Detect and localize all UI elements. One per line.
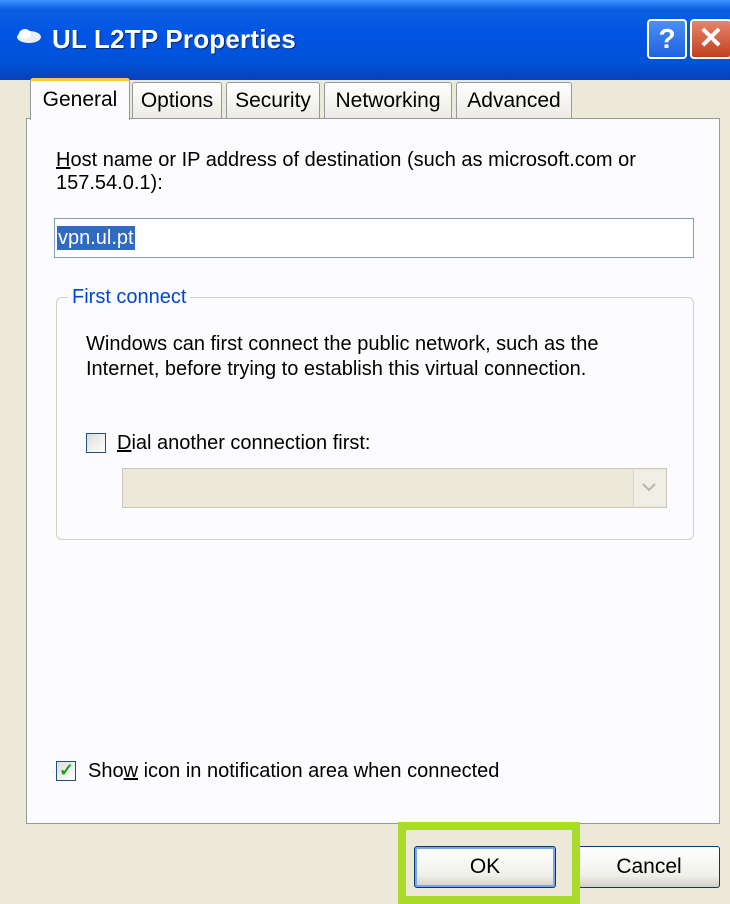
dropdown-arrow-button[interactable] [633, 470, 665, 506]
tab-security[interactable]: Security [226, 82, 320, 118]
window-title: UL L2TP Properties [52, 24, 296, 54]
dial-another-checkbox[interactable] [86, 433, 106, 453]
host-label-text: ost name or IP address of destination (s… [70, 149, 636, 171]
first-connect-description-line1: Windows can first connect the public net… [86, 333, 599, 355]
tab-general[interactable]: General [30, 78, 130, 120]
host-label-line2: 157.54.0.1): [56, 172, 163, 194]
first-connect-description-line2: Internet, before trying to establish thi… [86, 358, 587, 380]
host-input[interactable]: vpn.ul.pt [54, 218, 694, 258]
close-button[interactable]: ✕ [690, 19, 730, 59]
dial-another-mnemonic: D [117, 432, 132, 454]
dial-connection-select[interactable] [122, 468, 667, 508]
host-input-value: vpn.ul.pt [57, 226, 135, 250]
title-bar[interactable]: UL L2TP Properties ? ✕ [0, 0, 730, 80]
host-label: Host name or IP address of destination (… [56, 148, 636, 173]
show-icon-checkbox[interactable]: ✓ [56, 760, 76, 781]
ok-button-highlight [398, 822, 580, 904]
tab-advanced[interactable]: Advanced [456, 82, 572, 118]
show-icon-text-pre: Sho [88, 760, 124, 782]
checkmark-icon: ✓ [59, 760, 75, 780]
host-label-mnemonic: H [56, 149, 71, 171]
show-icon-label[interactable]: Show icon in notification area when conn… [88, 759, 499, 784]
tab-options[interactable]: Options [132, 82, 222, 118]
show-icon-mnemonic: w [123, 760, 139, 782]
first-connect-title: First connect [68, 286, 191, 309]
dial-another-text: ial another connection first: [131, 432, 371, 454]
dial-another-label[interactable]: Dial another connection first: [117, 431, 370, 456]
properties-dialog: UL L2TP Properties ? ✕ General Options S… [0, 0, 730, 904]
help-button[interactable]: ? [647, 19, 687, 59]
chevron-down-icon [642, 483, 656, 492]
show-icon-text: icon in notification area when connected [138, 760, 500, 782]
network-connection-icon [17, 29, 41, 43]
tab-networking[interactable]: Networking [324, 82, 452, 118]
cancel-button[interactable]: Cancel [578, 846, 720, 888]
